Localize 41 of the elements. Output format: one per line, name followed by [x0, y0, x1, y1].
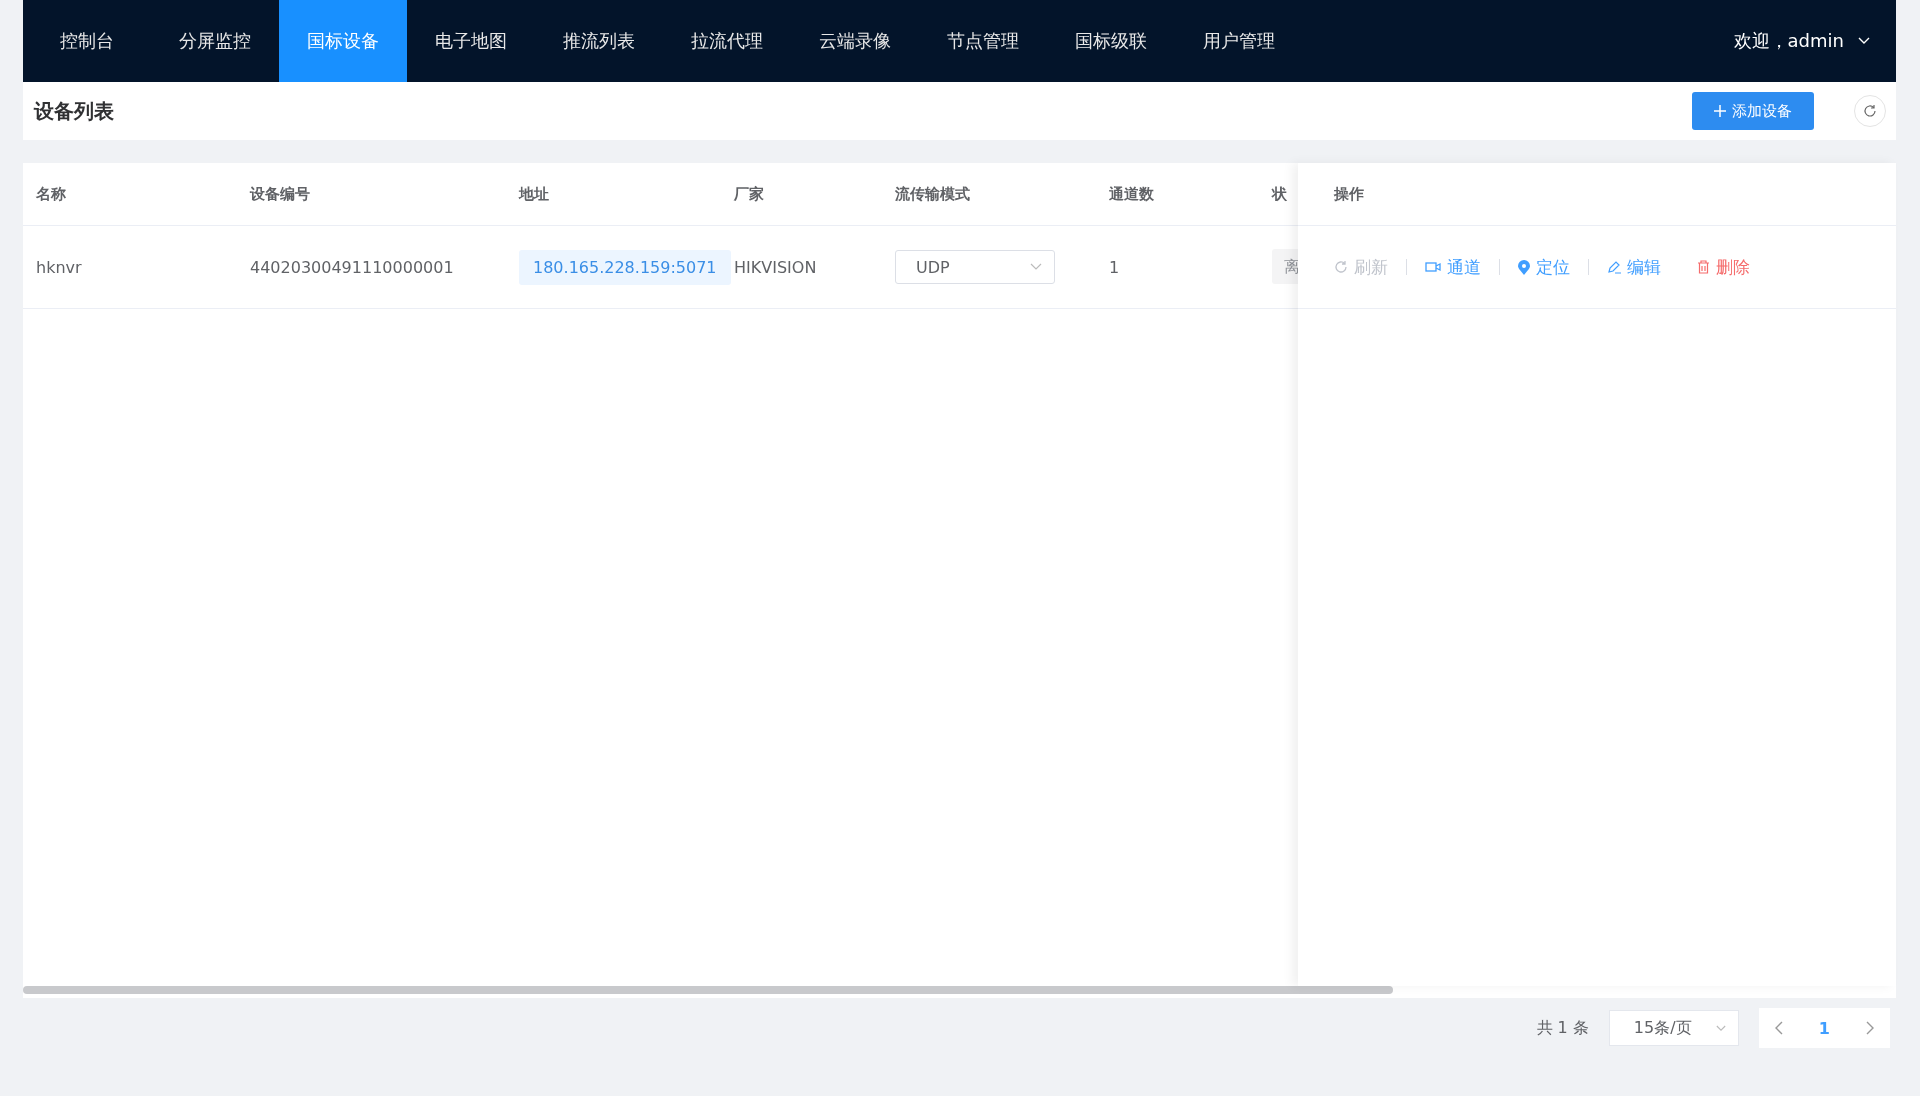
nav-tab[interactable]: 拉流代理	[663, 0, 791, 82]
nav-tab[interactable]: 分屏监控	[151, 0, 279, 82]
column-header: 厂家	[734, 184, 764, 203]
table-cell: 1	[1109, 257, 1120, 277]
column-header: 名称	[36, 184, 66, 203]
horizontal-scrollbar[interactable]	[23, 986, 1393, 994]
nav-tab[interactable]: 控制台	[23, 0, 151, 82]
column-header: 流传输模式	[895, 184, 970, 203]
table-cell: 44020300491110000001	[250, 257, 454, 277]
column-header: 操作	[1334, 184, 1364, 204]
previous-page-button[interactable]	[1774, 1021, 1783, 1035]
address-tag: 180.165.228.159:5071	[519, 249, 731, 285]
nav-tab[interactable]: 推流列表	[535, 0, 663, 82]
camera-icon	[1425, 261, 1441, 273]
nav-tab[interactable]: 用户管理	[1175, 0, 1303, 82]
user-menu[interactable]: 欢迎，admin	[1733, 0, 1896, 82]
pencil-icon	[1607, 260, 1621, 274]
nav-tab[interactable]: 云端录像	[791, 0, 919, 82]
nav-tab[interactable]: 节点管理	[919, 0, 1047, 82]
column-header: 设备编号	[250, 184, 310, 203]
transport-select[interactable]: UDP	[895, 250, 1055, 284]
column-header: 地址	[519, 184, 549, 203]
plus-icon	[1714, 105, 1726, 117]
total-count: 共 1 条	[1536, 1017, 1589, 1039]
chevron-down-icon	[1715, 1024, 1726, 1032]
table-cell: HIKVISION	[734, 257, 817, 277]
page-size-select[interactable]: 15条/页	[1608, 1010, 1739, 1046]
page-title: 设备列表	[34, 97, 114, 125]
caret-icon	[1858, 37, 1870, 45]
table-cell: hknvr	[36, 257, 82, 277]
chevron-down-icon	[1030, 263, 1042, 271]
location-pin-icon	[1518, 259, 1530, 275]
column-header: 状	[1272, 184, 1287, 203]
next-page-button[interactable]	[1866, 1021, 1874, 1035]
refresh-icon	[1863, 104, 1877, 118]
nav-tab[interactable]: 电子地图	[407, 0, 535, 82]
refresh-icon	[1334, 260, 1348, 274]
trash-icon	[1697, 260, 1710, 274]
nav-tab[interactable]: 国标级联	[1047, 0, 1175, 82]
refresh-button[interactable]	[1854, 95, 1886, 127]
column-header: 通道数	[1109, 184, 1154, 203]
